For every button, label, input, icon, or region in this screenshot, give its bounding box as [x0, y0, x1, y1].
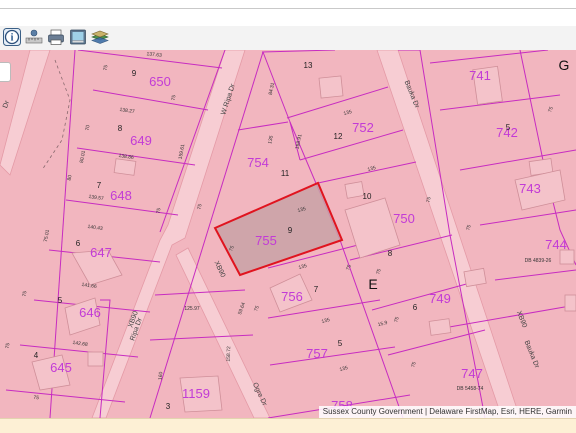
lot-number-label: 8 [118, 124, 123, 133]
lot-number-label: 9 [288, 226, 293, 235]
parcel-number-label: 649 [130, 133, 152, 148]
measure-icon [25, 29, 43, 44]
lot-number-label: 4 [34, 351, 39, 360]
map-side-tab[interactable] [0, 62, 11, 82]
parcel-map[interactable]: W Ripa Dr Bauka DrBauka DrOgre DrRipa DrD… [0, 50, 576, 418]
print-button[interactable] [47, 28, 65, 46]
parcel-number-label: 754 [247, 155, 269, 170]
lot-number-label: 5 [338, 339, 343, 348]
map-icon [70, 29, 86, 45]
parcel-number-label: 755 [255, 233, 277, 248]
map-view[interactable]: W Ripa Dr Bauka Dr Bauka Dr Ogre Dr Ripa Dr D… [0, 50, 576, 418]
parcel-number-label: 757 [306, 346, 328, 361]
lot-number-label: 13 [304, 61, 313, 70]
lot-number-label: 7 [97, 181, 102, 190]
print-icon [48, 29, 64, 45]
parcel-number-label: 647 [90, 245, 112, 260]
lot-number-label: 7 [314, 285, 319, 294]
parcel-number-label: 752 [352, 120, 374, 135]
lot-number-label: 11 [281, 169, 290, 178]
lot-number-label: 9 [132, 69, 137, 78]
lot-number-label: 6 [76, 239, 81, 248]
lot-number-label: 6 [413, 303, 418, 312]
lot-number-label: 12 [334, 132, 343, 141]
block-letter-label: E [368, 276, 377, 292]
top-bar [0, 0, 576, 9]
parcel-number-label: 741 [469, 68, 491, 83]
deed-reference-label: DB 5458-74 [457, 386, 484, 392]
parcel-number-label: 747 [461, 366, 483, 381]
lot-number-label: 8 [388, 249, 393, 258]
block-letter-label: G [559, 57, 570, 73]
map-attribution: Sussex County Government | Delaware Firs… [318, 406, 576, 418]
parcel-number-label: 756 [281, 289, 303, 304]
lot-number-label: 5 [506, 123, 511, 132]
parcel-number-label: 646 [79, 305, 101, 320]
parcel-number-label: 749 [429, 291, 451, 306]
parcel-number-label: 750 [393, 211, 415, 226]
lot-number-label: 10 [363, 192, 372, 201]
parcel-number-label: 744 [545, 237, 567, 252]
measure-button[interactable] [25, 28, 43, 46]
dimension-label: 158.72 [226, 346, 233, 362]
lot-number-label: 3 [166, 402, 171, 411]
identify-icon: i [3, 28, 21, 46]
parcel-number-label: 743 [519, 181, 541, 196]
identify-button[interactable]: i [3, 28, 21, 46]
map-toolbar: i [0, 26, 576, 51]
layers-icon [91, 30, 109, 44]
lot-number-label: 5 [58, 296, 63, 305]
map-button[interactable] [69, 28, 87, 46]
parcel-number-label: 650 [149, 74, 171, 89]
parcel-number-label: 1159 [182, 386, 210, 401]
dimension-label: 160 [158, 371, 165, 380]
dimension-label: 75 [33, 395, 40, 402]
deed-reference-label: DB 4839-26 [525, 258, 552, 264]
parcel-number-label: 648 [110, 188, 132, 203]
dimension-label: 125.97 [184, 306, 200, 312]
layers-button[interactable] [91, 28, 109, 46]
identify-label: i [11, 33, 14, 44]
parcel-number-label: 645 [50, 360, 72, 375]
bottom-bar [0, 418, 576, 433]
